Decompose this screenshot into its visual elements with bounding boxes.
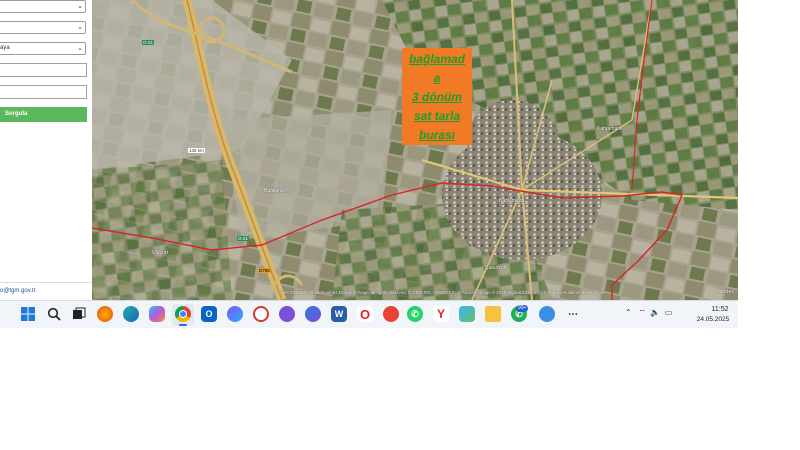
- neighborhood-select[interactable]: aya ⌄: [0, 42, 86, 55]
- volume-icon[interactable]: 🔈: [650, 308, 660, 317]
- outlook-icon[interactable]: O: [201, 306, 217, 322]
- opera-icon[interactable]: O: [357, 306, 373, 322]
- note-line: bağlamad: [408, 52, 465, 66]
- road-number-badge: O-21: [142, 40, 155, 45]
- road-number-badge: D750: [258, 268, 271, 273]
- note-line: sat tarla: [413, 109, 461, 123]
- chevron-down-icon: ⌄: [77, 3, 83, 10]
- sale-note-overlay: bağlamad a 3 dönüm sat tarla burası: [402, 48, 472, 145]
- place-label-kahramanli: Kahramanlı: [597, 126, 623, 132]
- more-icon[interactable]: ⋯: [565, 306, 581, 322]
- map-provider-logo: Yandex: [716, 289, 735, 295]
- distance-marker: 135 km: [188, 148, 205, 153]
- block-number-input[interactable]: [0, 63, 87, 77]
- firefox-icon[interactable]: [97, 306, 113, 322]
- app-icon[interactable]: [279, 306, 295, 322]
- app2-icon[interactable]: [383, 306, 399, 322]
- copilot-icon[interactable]: [149, 306, 165, 322]
- yandex-icon[interactable]: Y: [433, 306, 449, 322]
- village-label-baglamada: Bağlamada: [499, 198, 525, 204]
- place-label-bağlama: Bağlama Y.: [264, 188, 290, 194]
- contact-email-link[interactable]: o@tgm.gov.tr: [0, 288, 36, 294]
- neighborhood-select-value: aya: [0, 45, 10, 51]
- whatsapp-icon[interactable]: ✆: [407, 306, 423, 322]
- task-view-icon[interactable]: [71, 306, 87, 322]
- satellite-map[interactable]: Bağlama Y. Uluyurt Bağlamada Çukurvurt K…: [92, 0, 738, 300]
- taskbar: O W O ✆ Y ✆ 99+ ⋯ ⌃ ⌔ 🔈 ▭ 11:52 24.05.20…: [0, 300, 738, 328]
- map-attribution: © Cnes 2013, Distribution Airbus DS/Spot…: [274, 290, 604, 295]
- query-button[interactable]: Sorgula: [0, 107, 87, 122]
- system-tray[interactable]: ⌃ ⌔ 🔈 ▭: [625, 308, 672, 318]
- photos-icon[interactable]: [227, 306, 243, 322]
- note-line: a: [433, 71, 441, 85]
- chrome-icon[interactable]: [175, 306, 191, 326]
- screen: ⌄ ⌄ aya ⌄ Sorgula o@tgm.gov.tr Bağlama Y…: [0, 0, 738, 328]
- notification-badge: 99+: [516, 305, 529, 312]
- district-select[interactable]: ⌄: [0, 21, 86, 34]
- note-line: burası: [418, 128, 455, 142]
- word-icon[interactable]: W: [331, 306, 347, 322]
- wifi-icon[interactable]: ⌔: [638, 308, 646, 317]
- settings-icon[interactable]: [305, 306, 321, 322]
- search-icon[interactable]: [46, 306, 62, 322]
- onedrive-icon[interactable]: [539, 306, 555, 322]
- village-label-cukurvurt: Çukurvurt: [485, 265, 507, 271]
- folder-icon[interactable]: [485, 306, 501, 322]
- chevron-down-icon: ⌄: [77, 24, 83, 31]
- road-number-badge: O-21: [237, 236, 250, 241]
- search-panel: ⌄ ⌄ aya ⌄ Sorgula o@tgm.gov.tr: [0, 0, 93, 300]
- clock-time[interactable]: 11:52: [705, 306, 735, 313]
- chevron-down-icon: ⌄: [77, 45, 83, 52]
- chevron-up-icon[interactable]: ⌃: [625, 308, 632, 317]
- app3-icon[interactable]: [459, 306, 475, 322]
- recorder-icon[interactable]: [253, 306, 269, 322]
- edge-icon[interactable]: [123, 306, 139, 322]
- province-select[interactable]: ⌄: [0, 0, 86, 13]
- note-line: 3 dönüm: [412, 90, 462, 104]
- battery-icon[interactable]: ▭: [665, 308, 673, 317]
- clock-date[interactable]: 24.05.2025: [691, 316, 735, 323]
- parcel-number-input[interactable]: [0, 85, 87, 99]
- village-label-uluyurt: Uluyurt: [152, 250, 168, 256]
- windows-icon[interactable]: [20, 306, 36, 322]
